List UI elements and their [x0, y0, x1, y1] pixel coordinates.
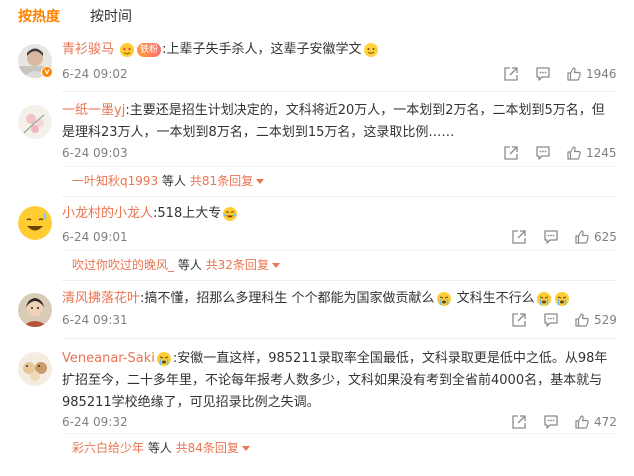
crying-emoji-icon [156, 351, 172, 367]
reply-summary[interactable]: 一叶知秋q1993 等人 共81条回复 [62, 166, 617, 196]
reply-username[interactable]: 彩六白给少年 [72, 441, 144, 455]
crying-emoji-icon [554, 291, 570, 307]
comment-body: 小龙村的小龙人:518上大专 [62, 203, 617, 225]
chevron-down-icon[interactable] [256, 179, 265, 184]
heart-face-emoji-icon [119, 42, 135, 58]
comment-icon[interactable] [543, 412, 559, 432]
reply-middle-text: 等人 [158, 174, 190, 188]
tab-by-time[interactable]: 按时间 [90, 6, 132, 28]
comment-text: :518上大专 [153, 206, 222, 221]
sort-tabs: 按热度 按时间 [18, 6, 132, 28]
comment-username[interactable]: 小龙村的小龙人 [62, 206, 153, 221]
like-count: 1946 [586, 67, 617, 81]
share-icon[interactable] [511, 310, 527, 330]
comment-actions: 529 [500, 310, 620, 330]
avatar[interactable] [18, 206, 52, 240]
reply-summary[interactable]: 彩六白给少年 等人 共84条回复 [62, 433, 617, 463]
divider [62, 196, 617, 197]
thumbs-up-icon [567, 67, 581, 81]
divider [62, 250, 617, 251]
comment-text: :上辈子失手杀人，这辈子安徽学文 [162, 42, 362, 57]
comment-icon[interactable] [535, 64, 551, 84]
comment-username[interactable]: 清风拂落花叶 [62, 291, 140, 306]
thumbs-up-icon [567, 146, 581, 160]
comment-body: 清风拂落花叶:搞不懂，招那么多理科生 个个都能为国家做贡献么 文科生不行么 [62, 288, 617, 310]
share-icon[interactable] [511, 412, 527, 432]
divider [62, 166, 617, 167]
comment-body: 青衫骏马 铁粉:上辈子失手杀人，这辈子安徽学文 [62, 39, 617, 61]
like-button[interactable]: 1245 [566, 143, 617, 163]
like-button[interactable]: 472 [574, 412, 617, 432]
like-count: 472 [594, 415, 617, 429]
comment-username[interactable]: 一纸一墨yj [62, 103, 125, 118]
avatar[interactable] [18, 352, 52, 386]
comment-text: :搞不懂，招那么多理科生 个个都能为国家做贡献么 [140, 291, 435, 306]
comment-body: Veneanar-Saki :安徽一直这样，985211录取率全国最低，文科录取… [62, 348, 617, 414]
like-count: 625 [594, 230, 617, 244]
like-button[interactable]: 529 [574, 310, 617, 330]
thumbs-up-icon [575, 313, 589, 327]
like-button[interactable]: 1946 [566, 64, 617, 84]
crying-emoji-icon [436, 291, 452, 307]
reply-middle-text: 等人 [144, 441, 176, 455]
divider [62, 91, 617, 92]
comment-username[interactable]: Veneanar-Saki [62, 351, 155, 366]
share-icon[interactable] [503, 64, 519, 84]
smile-emoji-icon [363, 42, 379, 58]
comment-text: :主要还是招生计划决定的，文科将近20万人，一本划到2万名，二本划到5万名，但是… [62, 103, 605, 140]
comment-actions: 472 [500, 412, 620, 432]
laugh-tears-emoji-icon [222, 206, 238, 222]
comment-username[interactable]: 青衫骏马 [62, 42, 114, 57]
reply-username[interactable]: 一叶知秋q1993 [72, 174, 158, 188]
comment-text-continued: 文科生不行么 [452, 291, 535, 306]
reply-summary[interactable]: 吹过你吹过的晚风_ 等人 共32条回复 [62, 250, 617, 280]
comment-actions: 1946 [500, 64, 620, 84]
comment-time: 6-24 09:03 [62, 146, 128, 160]
share-icon[interactable] [503, 143, 519, 163]
share-icon[interactable] [511, 227, 527, 247]
avatar[interactable] [18, 293, 52, 327]
like-button[interactable]: 625 [574, 227, 617, 247]
thumbs-up-icon [575, 230, 589, 244]
verified-icon: v [41, 66, 53, 78]
comment-icon[interactable] [535, 143, 551, 163]
like-count: 1245 [586, 146, 617, 160]
divider [62, 433, 617, 434]
reply-count-link[interactable]: 共81条回复 [190, 174, 253, 188]
chevron-down-icon[interactable] [241, 446, 250, 451]
divider [62, 338, 617, 339]
comment-icon[interactable] [543, 310, 559, 330]
comment-icon[interactable] [543, 227, 559, 247]
reply-count-link[interactable]: 共84条回复 [176, 441, 239, 455]
chevron-down-icon[interactable] [271, 263, 280, 268]
divider [62, 280, 617, 281]
reply-username[interactable]: 吹过你吹过的晚风_ [72, 258, 174, 272]
like-count: 529 [594, 313, 617, 327]
reply-summary-text: 彩六白给少年 等人 共84条回复 [72, 439, 250, 457]
avatar[interactable] [18, 105, 52, 139]
fan-badge: 铁粉 [137, 42, 162, 57]
comment-actions: 1245 [500, 143, 620, 163]
comment-time: 6-24 09:31 [62, 313, 128, 327]
reply-count-link[interactable]: 共32条回复 [206, 258, 269, 272]
comment-time: 6-24 09:02 [62, 67, 128, 81]
reply-summary-text: 吹过你吹过的晚风_ 等人 共32条回复 [72, 256, 280, 274]
reply-summary-text: 一叶知秋q1993 等人 共81条回复 [72, 172, 265, 190]
tab-by-hot[interactable]: 按热度 [18, 6, 60, 28]
comment-time: 6-24 09:01 [62, 230, 128, 244]
comment-actions: 625 [500, 227, 620, 247]
thumbs-up-icon [575, 415, 589, 429]
comment-body: 一纸一墨yj:主要还是招生计划决定的，文科将近20万人，一本划到2万名，二本划到… [62, 100, 617, 144]
comment-time: 6-24 09:32 [62, 415, 128, 429]
crying-emoji-icon [536, 291, 552, 307]
reply-middle-text: 等人 [174, 258, 206, 272]
